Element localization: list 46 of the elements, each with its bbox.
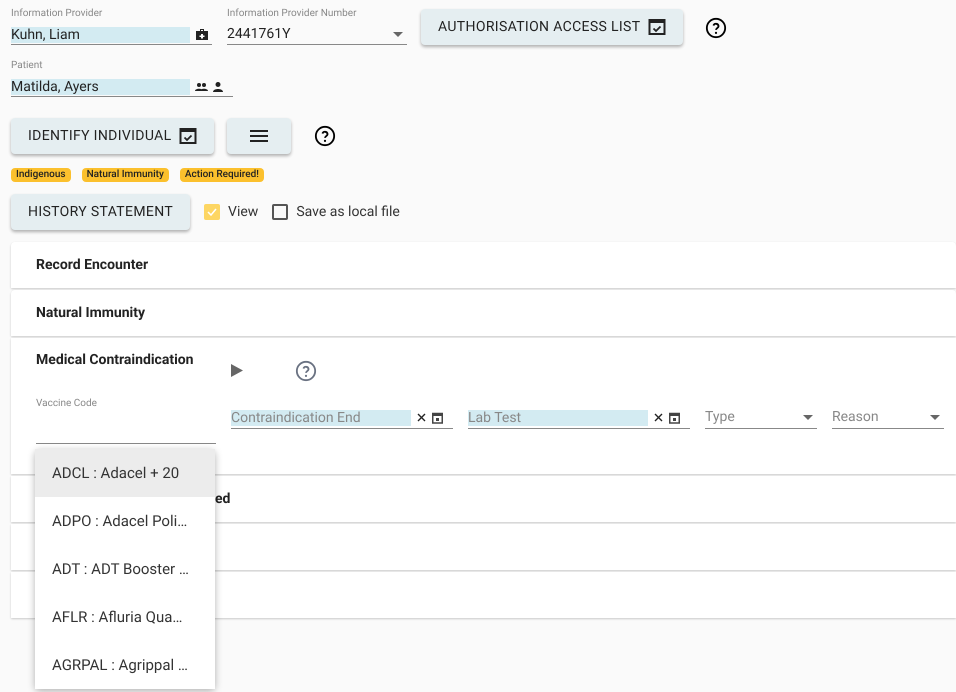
dropdown-option[interactable]: AFLR : Afluria Qua… — [35, 593, 215, 641]
accordion-panel[interactable]: Record Encounter — [11, 242, 956, 288]
calendar-check-icon — [179, 127, 198, 145]
help-icon[interactable] — [705, 17, 728, 39]
panel-title: ed — [215, 490, 230, 508]
history-statement-button[interactable]: HISTORY STATEMENT — [11, 194, 190, 230]
status-badge: Indigenous — [11, 168, 71, 182]
select-field[interactable]: Reason — [832, 407, 944, 429]
help-icon[interactable] — [314, 125, 336, 147]
people-icon[interactable] — [195, 82, 208, 90]
select-field[interactable]: Type — [705, 407, 817, 429]
field-label: Vaccine Code — [36, 397, 98, 411]
clear-icon[interactable] — [654, 413, 663, 422]
play-icon[interactable] — [231, 364, 243, 377]
checkbox[interactable] — [272, 204, 288, 220]
calendar-icon[interactable] — [669, 412, 680, 424]
check-icon — [207, 208, 218, 216]
identify-individual-button[interactable]: IDENTIFY INDIVIDUAL — [11, 118, 214, 154]
status-badge: Action Required! — [180, 168, 264, 182]
status-badge: Natural Immunity — [82, 168, 169, 182]
checkbox-label: View — [228, 202, 258, 222]
menu-icon — [250, 130, 268, 142]
panel-title: Natural Immunity — [36, 304, 146, 322]
provider-number-select[interactable]: 2441761Y — [227, 25, 407, 45]
dropdown-option[interactable]: ADT : ADT Booster … — [35, 545, 215, 593]
panel-title[interactable]: Medical Contraindication — [36, 350, 231, 371]
caret-icon — [930, 415, 940, 420]
field-label: Patient — [11, 60, 44, 72]
panel-title: Record Encounter — [36, 256, 148, 274]
checkbox-label: Save as local file — [296, 202, 400, 222]
dropdown-option[interactable]: ADPO : Adacel Poli… — [35, 497, 215, 545]
caret-icon — [393, 32, 403, 37]
medical-bag-icon[interactable] — [196, 29, 208, 40]
authorisation-access-list-button[interactable]: AUTHORISATION ACCESS LIST — [421, 9, 684, 45]
dropdown-option[interactable]: AGRPAL : Agrippal … — [35, 641, 215, 689]
person-icon[interactable] — [213, 82, 223, 92]
accordion-panel[interactable]: Natural Immunity — [11, 290, 956, 336]
checkbox[interactable] — [204, 204, 220, 220]
field-label: Information Provider Number — [227, 8, 358, 20]
clear-icon[interactable] — [417, 413, 426, 422]
field-label: Information Provider — [11, 8, 104, 20]
menu-button[interactable] — [227, 118, 292, 154]
calendar-icon[interactable] — [432, 412, 443, 424]
caret-icon — [803, 415, 813, 420]
dropdown-option[interactable]: ADCL : Adacel + 20 — [35, 449, 215, 497]
calendar-check-icon — [648, 18, 666, 36]
